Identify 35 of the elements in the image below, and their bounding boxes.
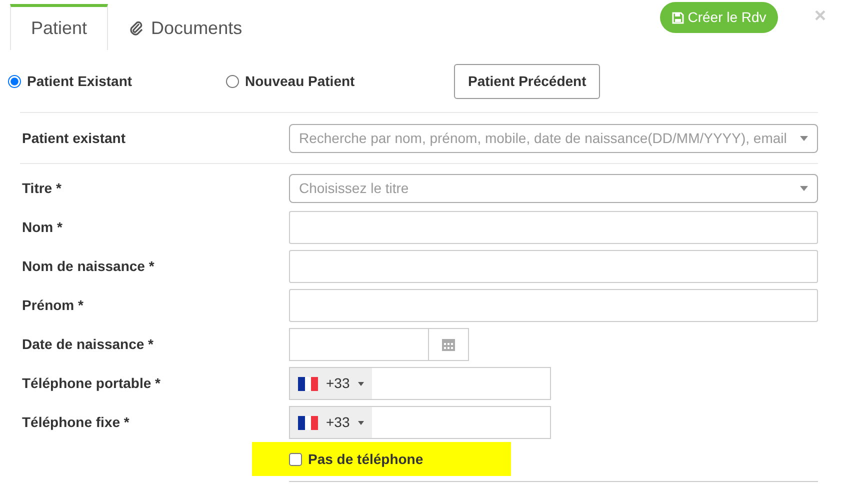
country-dropdown[interactable]: +33 <box>290 407 372 438</box>
calendar-button[interactable] <box>429 328 469 361</box>
field-label: Patient existant <box>22 128 126 148</box>
country-dropdown[interactable]: +33 <box>290 368 372 399</box>
field-label: Téléphone portable * <box>22 374 162 393</box>
text-field[interactable] <box>289 211 818 244</box>
save-icon <box>672 12 684 24</box>
field-label: Téléphone fixe * <box>22 413 130 432</box>
radio-label[interactable]: Nouveau Patient <box>245 70 355 92</box>
caret-icon <box>800 186 808 191</box>
flag-icon <box>298 416 318 430</box>
text-field[interactable] <box>289 289 818 322</box>
field-label: Prénom * <box>22 296 84 315</box>
caret-icon <box>358 382 364 386</box>
field-label: Nom de naissance * <box>22 257 156 276</box>
paperclip-icon <box>129 20 144 36</box>
caret-icon <box>358 420 364 424</box>
calendar-icon <box>442 338 455 351</box>
phone-field[interactable]: +33 <box>289 367 551 400</box>
radio-button[interactable] <box>8 74 21 88</box>
radio-label[interactable]: Patient Existant <box>27 70 132 92</box>
tab[interactable]: Documents <box>108 4 264 50</box>
previous-patient-button[interactable]: Patient Précédent <box>454 64 600 98</box>
flag-icon <box>298 376 318 390</box>
field-label: Nom * <box>22 218 64 237</box>
date-field[interactable] <box>289 328 429 361</box>
checkbox-label[interactable]: Pas de téléphone <box>308 448 424 470</box>
field-label: Titre * <box>22 179 62 198</box>
checkbox[interactable] <box>289 452 302 466</box>
radio-button[interactable] <box>226 74 239 88</box>
tab[interactable]: Patient <box>10 4 108 50</box>
field-label: Date de naissance * <box>22 335 155 354</box>
text-field[interactable] <box>289 250 818 283</box>
caret-icon <box>800 136 808 140</box>
phone-field[interactable]: +33 <box>289 406 551 439</box>
